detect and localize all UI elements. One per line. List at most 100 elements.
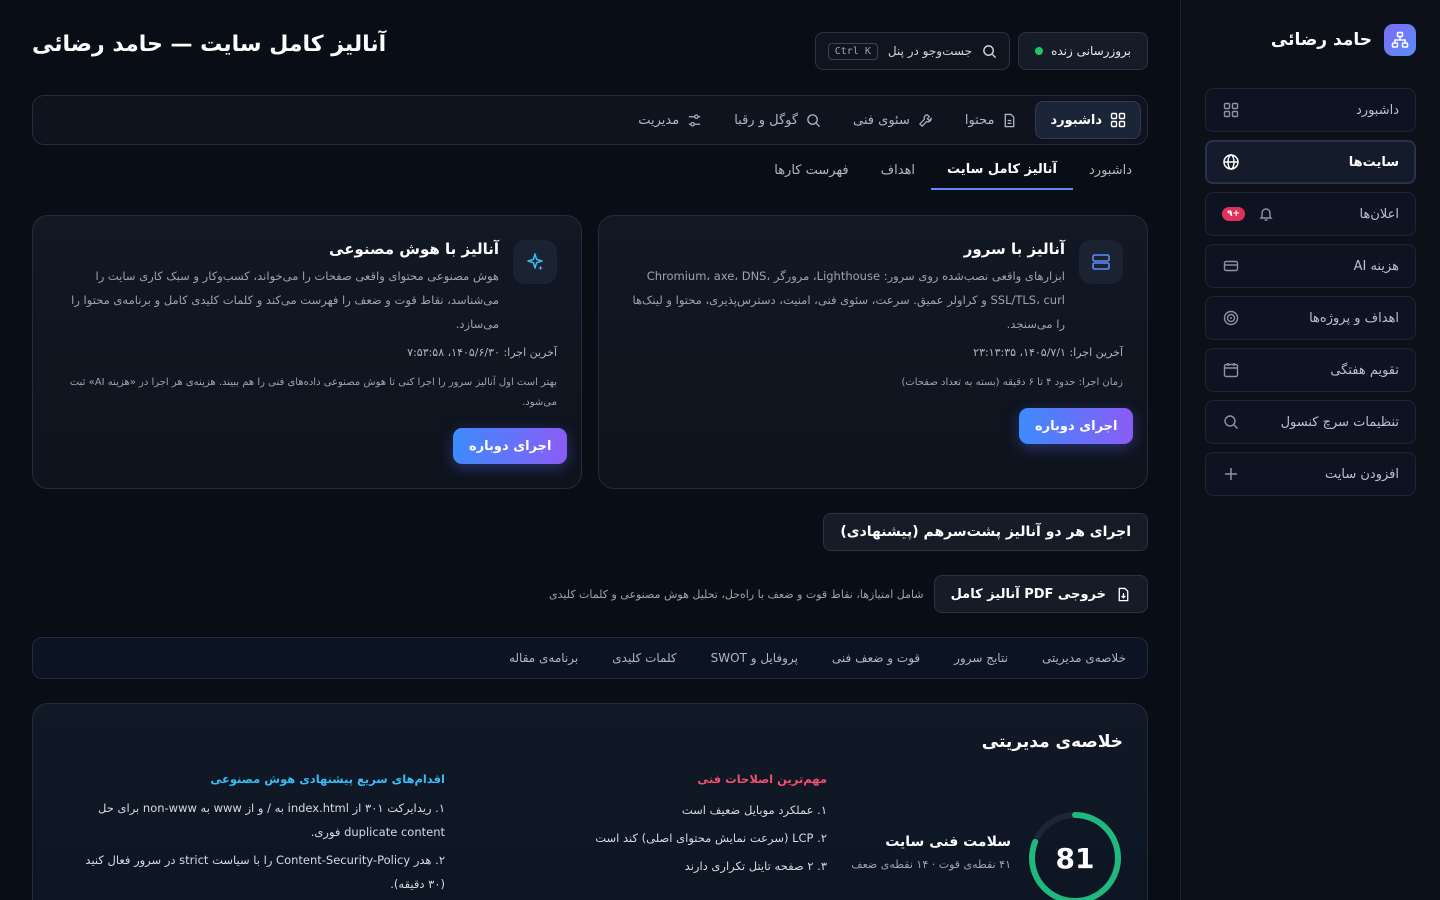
list-item: ۲. LCP (سرعت نمایش محتوای اصلی) کند است (595, 831, 827, 845)
live-update-button[interactable]: بروزرسانی زنده (1018, 32, 1148, 70)
nav-label: داشبورد (1050, 112, 1102, 128)
pdf-export-button[interactable]: خروجی PDF آنالیز کامل (933, 575, 1148, 613)
health-title: سلامت فنی سایت (885, 834, 1011, 850)
topbar: بروزرسانی زنده جست‌وجو در پنل Ctrl K آنا… (32, 0, 1148, 96)
health-subtitle: ۴۱ نقطه‌ی قوت · ۱۴ نقطه‌ی ضعف (851, 858, 1011, 871)
summary-title: خلاصه‌ی مدیریتی (981, 732, 1123, 752)
sidebar-item-notifications[interactable]: اعلان‌ها +۹ (1205, 192, 1416, 236)
card-description: هوش مصنوعی محتوای واقعی صفحات را می‌خوان… (71, 269, 499, 331)
section-tab-executive-summary[interactable]: خلاصه‌ی مدیریتی (1025, 651, 1143, 665)
subtab-full-analysis[interactable]: آنالیز کامل سایت (931, 150, 1073, 190)
sliders-icon (687, 113, 702, 128)
search-icon (982, 44, 997, 59)
list-item: ۱. عملکرد موبایل ضعیف است (681, 803, 827, 817)
nav-content[interactable]: محتوا (951, 101, 1032, 139)
subtab-dashboard[interactable]: داشبورد (1073, 150, 1148, 190)
sidebar-item-label: تنظیمات سرچ کنسول (1280, 414, 1399, 430)
last-run: آخرین اجرا: ۱۴۰۵/۷/۱، ۲۳:۱۳:۳۵ (973, 346, 1123, 359)
main-content: بروزرسانی زنده جست‌وجو در پنل Ctrl K آنا… (32, 0, 1148, 900)
quick-heading: اقدام‌های سریع پیشنهادی هوش مصنوعی (210, 772, 445, 786)
nav-management[interactable]: مدیریت (624, 101, 716, 139)
rerun-ai-button[interactable]: اجرای دوباره (453, 428, 568, 464)
fixes-heading: مهم‌ترین اصلاحات فنی (697, 772, 827, 786)
sidebar-item-search-console[interactable]: تنظیمات سرچ کنسول (1205, 400, 1416, 444)
target-icon (1222, 309, 1240, 327)
sidebar-item-label: هزینه AI (1353, 258, 1399, 274)
list-item: ۳. ۲ صفحه تایتل تکراری دارند (684, 859, 827, 873)
main-nav: داشبورد محتوا سئوی فنی گوگل و رقبا مدیری… (32, 95, 1148, 145)
section-tabs: خلاصه‌ی مدیریتی نتایج سرور قوت و ضعف فنی… (32, 637, 1148, 679)
nav-dashboard[interactable]: داشبورد (1035, 101, 1141, 139)
ai-analysis-card: آنالیز با هوش مصنوعی هوش مصنوعی محتوای و… (32, 215, 582, 489)
list-item: ۲. هدر Content-Security-Policy را با سیا… (85, 853, 445, 891)
sidebar-item-label: افزودن سایت (1325, 466, 1399, 482)
brand: حامد رضائی (1205, 24, 1416, 56)
search-icon (1222, 413, 1240, 431)
shortcut-kbd: Ctrl K (827, 42, 878, 60)
sidebar-item-ai-cost[interactable]: هزینه AI (1205, 244, 1416, 288)
nav-label: سئوی فنی (853, 112, 910, 128)
grid-icon (1222, 101, 1240, 119)
sidebar-item-label: اهداف و پروژه‌ها (1309, 310, 1399, 326)
pdf-export-label: خروجی PDF آنالیز کامل (950, 586, 1106, 602)
sub-tabs: داشبورد آنالیز کامل سایت اهداف فهرست کار… (758, 150, 1148, 192)
health-gauge: 81 (1027, 810, 1123, 900)
run-both-button[interactable]: اجرای هر دو آنالیز پشت‌سرهم (پیشنهادی) (823, 513, 1148, 551)
nav-technical-seo[interactable]: سئوی فنی (839, 101, 947, 139)
subtab-goals[interactable]: اهداف (865, 150, 931, 190)
sidebar-item-sites[interactable]: سایت‌ها (1205, 140, 1416, 184)
health-info: سلامت فنی سایت ۴۱ نقطه‌ی قوت · ۱۴ نقطه‌ی… (851, 834, 1011, 871)
search-icon (806, 113, 821, 128)
file-download-icon (1116, 587, 1131, 602)
panel-search-label: جست‌وجو در پنل (887, 44, 972, 58)
live-update-label: بروزرسانی زنده (1051, 44, 1131, 58)
page-title: آنالیز کامل سایت — حامد رضائی (32, 32, 387, 57)
sidebar: حامد رضائی داشبورد سایت‌ها اعلان‌ها +۹ ه… (1180, 0, 1440, 900)
health-score: 81 (1055, 841, 1095, 875)
section-tab-keywords[interactable]: کلمات کلیدی (595, 651, 693, 665)
panel-search-button[interactable]: جست‌وجو در پنل Ctrl K (814, 32, 1010, 70)
section-tab-strengths[interactable]: قوت و ضعف فنی (815, 651, 937, 665)
card-title: آنالیز با سرور (963, 240, 1065, 258)
server-icon (1079, 240, 1123, 284)
bell-icon (1257, 205, 1275, 223)
pdf-note: شامل امتیازها، نقاط قوت و ضعف با راه‌حل،… (548, 587, 924, 601)
sparkle-icon (513, 240, 557, 284)
card-title: آنالیز با هوش مصنوعی (329, 240, 499, 258)
rerun-server-button[interactable]: اجرای دوباره (1019, 408, 1134, 444)
list-item: ۱. ریدایرکت ۳۰۱ از index.html به / و از … (98, 801, 445, 839)
nav-label: مدیریت (638, 112, 680, 128)
pdf-export-row: خروجی PDF آنالیز کامل شامل امتیازها، نقا… (549, 575, 1148, 613)
sidebar-item-label: داشبورد (1356, 102, 1399, 118)
sidebar-item-goals[interactable]: اهداف و پروژه‌ها (1205, 296, 1416, 340)
brand-name: حامد رضائی (1270, 30, 1372, 50)
last-run: آخرین اجرا: ۱۴۰۵/۶/۳۰، ۷:۵۳:۵۸ (407, 346, 557, 359)
executive-summary: خلاصه‌ی مدیریتی 81 سلامت فنی سایت ۴۱ نقط… (32, 703, 1148, 900)
quick-actions: اقدام‌های سریع پیشنهادی هوش مصنوعی ۱. ری… (65, 772, 445, 900)
wrench-icon (918, 113, 933, 128)
card-note: بهتر است اول آنالیز سرور را اجرا کنی تا … (69, 377, 557, 408)
sidebar-item-label: تقویم هفتگی (1330, 362, 1399, 378)
nav-label: محتوا (964, 112, 995, 128)
document-icon (1002, 113, 1017, 128)
subtab-tasks[interactable]: فهرست کارها (758, 150, 864, 190)
live-dot-icon (1035, 47, 1044, 55)
nav-label: گوگل و رقبا (734, 112, 799, 128)
section-tab-article-plan[interactable]: برنامه‌ی مقاله (492, 651, 595, 665)
nav-google-competitors[interactable]: گوگل و رقبا (720, 101, 835, 139)
sidebar-item-label: سایت‌ها (1348, 154, 1399, 170)
card-note: زمان اجرا: حدود ۴ تا ۶ دقیقه (بسته به تع… (901, 377, 1123, 388)
card-icon (1222, 257, 1240, 275)
sitemap-icon (1384, 24, 1416, 56)
server-analysis-card: آنالیز با سرور ابزارهای واقعی نصب‌شده رو… (598, 215, 1148, 489)
sidebar-item-dashboard[interactable]: داشبورد (1205, 88, 1416, 132)
card-description: ابزارهای واقعی نصب‌شده روی سرور: Lightho… (632, 269, 1065, 331)
sidebar-item-label: اعلان‌ها (1359, 206, 1400, 222)
globe-icon (1222, 153, 1240, 171)
plus-icon (1222, 465, 1240, 483)
sidebar-item-calendar[interactable]: تقویم هفتگی (1205, 348, 1416, 392)
section-tab-server-results[interactable]: نتایج سرور (937, 651, 1025, 665)
sidebar-item-add-site[interactable]: افزودن سایت (1205, 452, 1416, 496)
top-fixes: مهم‌ترین اصلاحات فنی ۱. عملکرد موبایل ضع… (587, 772, 827, 880)
section-tab-swot[interactable]: پروفایل و SWOT (694, 651, 815, 665)
